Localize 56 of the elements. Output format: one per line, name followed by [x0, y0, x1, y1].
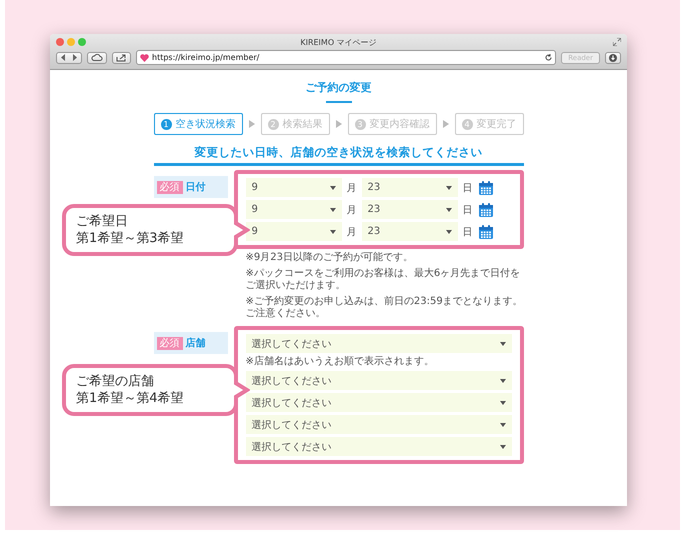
download-icon [609, 54, 617, 62]
cloud-button[interactable] [87, 52, 107, 64]
callout-text: 第1希望～第4希望 [76, 390, 185, 407]
step-label: 空き状況検索 [176, 118, 236, 131]
fullscreen-icon[interactable] [613, 38, 621, 46]
calendar-icon[interactable] [478, 202, 494, 218]
back-forward-button[interactable] [56, 52, 82, 64]
day-select[interactable]: 23 [362, 200, 458, 219]
unit-label: 月 [346, 182, 356, 194]
download-button[interactable] [605, 52, 621, 64]
unit-label: 日 [462, 226, 472, 238]
step-label: 変更完了 [476, 118, 516, 131]
step-label: 変更内容確認 [370, 118, 430, 131]
arrow-icon [248, 120, 254, 128]
day-select[interactable]: 23 [362, 178, 458, 197]
store-select[interactable]: 選択してください [246, 415, 512, 434]
month-select[interactable]: 9 [246, 200, 342, 219]
arrow-icon [336, 120, 342, 128]
note-text: ※9月23日以降のご予約が可能です。 [246, 252, 414, 264]
reload-icon[interactable] [545, 54, 552, 61]
field-label: 日付 [186, 180, 206, 194]
callout-text: ご希望日 [76, 213, 129, 230]
close-icon[interactable] [56, 38, 64, 46]
cloud-icon [91, 54, 103, 61]
step-label: 検索結果 [282, 118, 322, 131]
note-text: ※ご予約変更のお申し込みは、前日の23:59までとなります。ご注意ください。 [246, 296, 524, 320]
unit-label: 日 [462, 204, 472, 216]
arrow-icon [442, 120, 448, 128]
page-title: ご予約の変更 [306, 80, 372, 95]
calendar-icon[interactable] [478, 224, 494, 240]
calendar-icon[interactable] [478, 180, 494, 196]
unit-label: 月 [346, 204, 356, 216]
unit-label: 月 [346, 226, 356, 238]
callout-text: ご希望の店舗 [76, 373, 155, 390]
heart-icon [140, 54, 149, 62]
store-select[interactable]: 選択してください [246, 371, 512, 390]
window-title: KIREIMO マイページ [300, 36, 377, 48]
share-button[interactable] [112, 52, 131, 64]
note-text: ※店舗名はあいうえお順で表示されます。 [246, 356, 435, 368]
store-select[interactable]: 選択してください [246, 437, 512, 456]
month-select[interactable]: 9 [246, 178, 342, 197]
required-badge: 必須 [156, 336, 182, 350]
month-select[interactable]: 9 [246, 222, 342, 241]
store-select[interactable]: 選択してください [246, 334, 512, 353]
day-select[interactable]: 23 [362, 222, 458, 241]
address-bar[interactable]: https://kireimo.jp/member/ [136, 50, 556, 65]
section-heading: 変更したい日時、店舗の空き状況を検索してください [194, 145, 484, 160]
step-number: 1 [160, 118, 172, 130]
arrows-icon [60, 54, 78, 61]
share-icon [116, 54, 127, 62]
callout-text: 第1希望～第3希望 [76, 230, 185, 247]
store-select[interactable]: 選択してください [246, 393, 512, 412]
required-badge: 必須 [156, 180, 182, 194]
unit-label: 日 [462, 182, 472, 194]
note-text: ※パックコースをご利用のお客様は、最大6ヶ月先まで日付をご選択いただけます。 [246, 268, 522, 292]
field-label: 店舗 [186, 336, 206, 350]
